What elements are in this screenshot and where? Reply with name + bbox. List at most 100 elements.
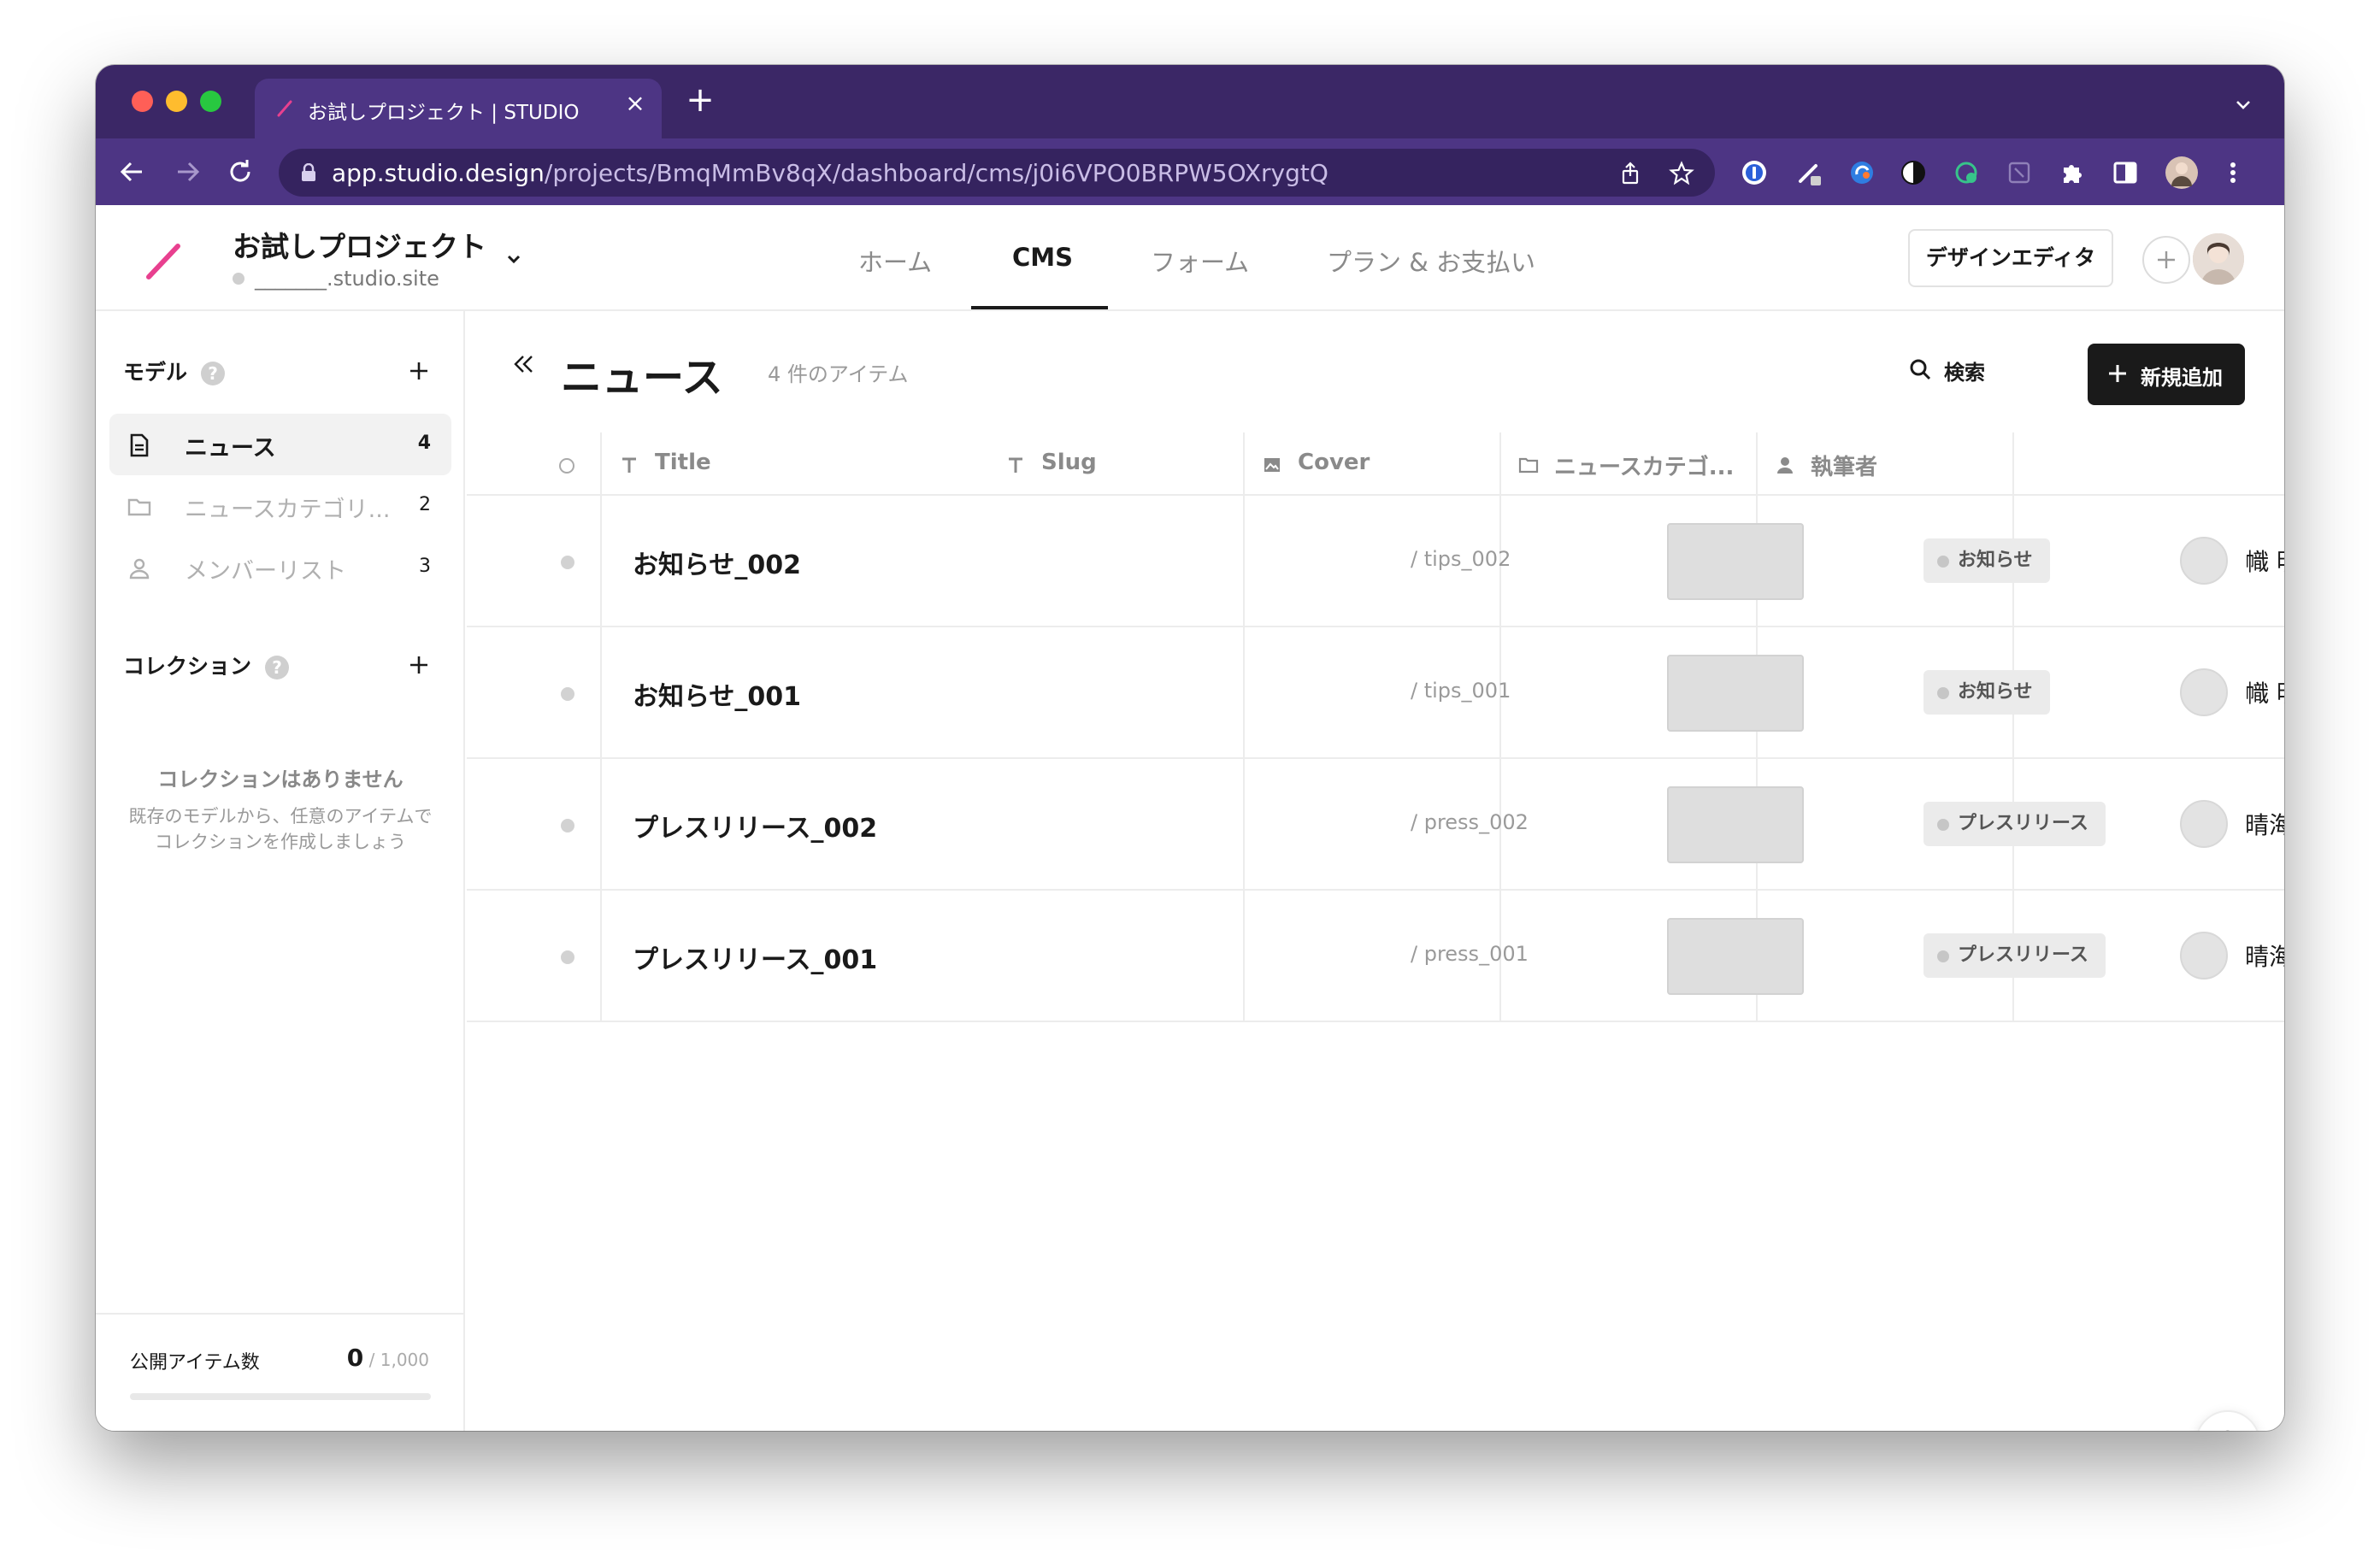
nav-tab-home[interactable]: ホーム (858, 243, 932, 279)
browser-menu-kebab-icon[interactable] (2219, 159, 2247, 186)
side-panel-icon[interactable] (2112, 159, 2139, 186)
forward-arrow-icon[interactable] (171, 156, 203, 188)
cell-cover-image (1667, 523, 1804, 600)
plus-icon (2109, 365, 2126, 382)
model-count: 2 (419, 494, 431, 515)
published-items-label: 公開アイテム数 (130, 1352, 260, 1374)
contrast-extension-icon[interactable] (1900, 159, 1927, 186)
table-row[interactable]: プレスリリース_002 / press_002 プレスリリース 晴海 礼 / H… (467, 759, 2284, 891)
add-new-label: 新規追加 (2141, 366, 2223, 390)
tag-label: プレスリリース (1958, 944, 2088, 966)
cell-category-tag: プレスリリース (1923, 933, 2106, 978)
back-arrow-icon[interactable] (116, 156, 149, 188)
add-new-item-button[interactable]: 新規追加 (2088, 344, 2245, 405)
tab-list-chevron-icon[interactable] (2233, 94, 2253, 115)
edge-style-extension-icon[interactable] (1848, 159, 1876, 186)
model-item-member-list[interactable]: メンバーリスト 3 (109, 537, 451, 598)
eyedropper-extension-icon[interactable] (1795, 159, 1823, 186)
column-header-title[interactable]: Title (600, 432, 987, 496)
globe-extension-icon[interactable] (1953, 159, 1980, 186)
table-row[interactable]: お知らせ_001 / tips_001 お知らせ 幟 明日夏 /... (467, 627, 2284, 759)
published-limit: / 1,000 (363, 1350, 429, 1370)
search-icon (1910, 359, 1931, 380)
model-item-news[interactable]: ニュース 4 (109, 414, 451, 475)
nav-tab-plan-billing[interactable]: プラン & お支払い (1327, 243, 1535, 279)
table-row[interactable]: お知らせ_002 / tips_002 お知らせ 幟 明日夏 /... (467, 496, 2284, 627)
nav-tab-cms[interactable]: CMS (1012, 243, 1073, 272)
url-path: /projects/BmqMmBv8qX/dashboard/cms/j0i6V… (544, 159, 1328, 187)
item-count: 4 件のアイテム (768, 362, 909, 386)
window-zoom-button[interactable] (200, 91, 221, 112)
site-status-dot (233, 273, 244, 285)
column-header-slug[interactable]: Slug (987, 432, 1243, 496)
profile-avatar[interactable] (2165, 156, 2199, 190)
cms-main: ニュース 4 件のアイテム 検索 新規追加 Title Slug Cover ニ… (467, 311, 2284, 1431)
active-tab-indicator (971, 306, 1108, 309)
studio-logo-icon[interactable] (144, 241, 183, 280)
cell-author: 幟 明日夏 /... (2180, 537, 2284, 588)
add-model-plus-icon[interactable] (404, 356, 434, 386)
select-all-radio[interactable] (559, 458, 574, 474)
search-button[interactable]: 検索 (1908, 354, 2002, 385)
collections-help-icon[interactable]: ? (265, 656, 290, 679)
url-host: app.studio.design (332, 159, 545, 187)
tag-dot (1937, 556, 1949, 568)
image-icon (1264, 458, 1280, 472)
collapse-sidebar-icon[interactable] (510, 350, 537, 378)
folder-icon (1518, 457, 1539, 474)
model-count: 4 (417, 432, 431, 454)
reload-icon[interactable] (224, 156, 256, 188)
new-tab-button[interactable]: + (686, 83, 715, 117)
nav-tab-form[interactable]: フォーム (1151, 243, 1249, 279)
browser-toolbar: app.studio.design/projects/BmqMmBv8qX/da… (96, 138, 2284, 205)
browser-tab-active[interactable]: お試しプロジェクト | STUDIO × (255, 79, 662, 138)
collections-empty-description-line1: 既存のモデルから、任意のアイテムで (128, 806, 433, 827)
share-icon[interactable] (1617, 161, 1643, 186)
project-name[interactable]: お試しプロジェクト (233, 224, 486, 265)
tag-label: プレスリリース (1958, 813, 2088, 834)
cell-author: 幟 明日夏 /... (2180, 668, 2284, 720)
app-header: お試しプロジェクト _______.studio.site ホーム CMS フォ… (96, 205, 2284, 311)
models-help-icon[interactable]: ? (201, 362, 226, 385)
cell-slug: / press_002 (1411, 810, 1529, 834)
add-collection-plus-icon[interactable] (404, 650, 434, 680)
search-label: 検索 (1944, 361, 1985, 385)
project-switch-chevron-icon[interactable] (503, 248, 525, 270)
design-editor-button[interactable]: デザインエディタ (1908, 229, 2113, 287)
password-manager-icon[interactable] (1741, 159, 1768, 186)
project-site-url: _______.studio.site (233, 267, 439, 291)
column-header-author[interactable]: 執筆者 (1756, 432, 2012, 496)
table-row[interactable]: プレスリリース_001 / press_001 プレスリリース 晴海 礼 / H… (467, 891, 2284, 1022)
plus-icon (2158, 251, 2175, 268)
browser-window: お試しプロジェクト | STUDIO × + app.studio.design… (96, 65, 2284, 1431)
cell-slug: / press_001 (1411, 942, 1529, 966)
model-count: 3 (419, 556, 431, 577)
user-avatar[interactable] (2190, 231, 2247, 287)
model-label: ニュースカテゴリ... (185, 497, 391, 523)
tab-title: お試しプロジェクト | STUDIO (308, 102, 580, 124)
collections-empty-title: コレクションはありません (157, 768, 404, 791)
browser-tab-bar: お試しプロジェクト | STUDIO × + (96, 65, 2284, 138)
page-title: ニュース (561, 354, 723, 402)
address-bar[interactable]: app.studio.design/projects/BmqMmBv8qX/da… (279, 149, 1715, 197)
bookmark-star-icon[interactable] (1669, 161, 1694, 186)
published-items-panel: 公開アイテム数 0 / 1,000 (96, 1313, 463, 1431)
tag-label: お知らせ (1958, 681, 2033, 703)
studio-favicon-icon (277, 100, 292, 117)
column-label: ニュースカテゴ... (1554, 455, 1735, 480)
models-section-title: モデル? (123, 356, 226, 386)
author-name: 幟 明日夏 /... (2245, 548, 2284, 576)
model-item-news-category[interactable]: ニュースカテゴリ... 2 (109, 475, 451, 537)
column-header-cover[interactable]: Cover (1243, 432, 1499, 496)
window-close-button[interactable] (132, 91, 153, 112)
text-type-icon (1009, 457, 1022, 473)
disabled-extension-icon[interactable] (2006, 159, 2033, 186)
add-collaborator-button[interactable] (2142, 236, 2190, 284)
tab-close-icon[interactable]: × (622, 91, 648, 116)
column-header-news-category[interactable]: ニュースカテゴ... (1499, 432, 1756, 496)
column-label: Cover (1298, 450, 1370, 475)
cell-cover-image (1667, 786, 1804, 863)
window-minimize-button[interactable] (166, 91, 187, 112)
cell-slug: / tips_002 (1411, 547, 1511, 571)
extensions-puzzle-icon[interactable] (2059, 159, 2086, 186)
